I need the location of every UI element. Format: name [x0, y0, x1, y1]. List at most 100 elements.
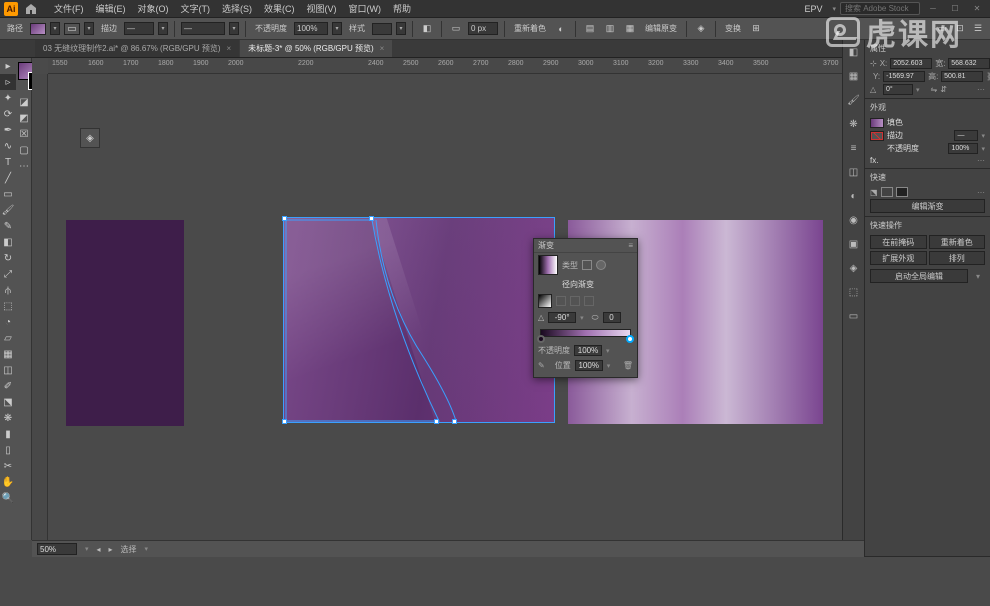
color-panel-icon[interactable]: ◧ [846, 44, 862, 60]
stroke-grad-icon3[interactable] [584, 296, 594, 306]
rotate-tool[interactable]: ↻ [0, 250, 16, 266]
selection-handle[interactable] [369, 216, 374, 221]
color-mode-icon[interactable]: ◪ [16, 94, 32, 110]
panel-menu-icon[interactable]: ≡ [628, 241, 633, 250]
angle-input[interactable] [883, 84, 913, 95]
stroke-weight-dd[interactable]: ▾ [158, 22, 168, 35]
opacity-panel-input[interactable] [948, 143, 978, 154]
more-icon[interactable]: ⋯ [977, 85, 985, 94]
pen-tool[interactable]: ✒ [0, 122, 16, 138]
angle-input[interactable] [548, 312, 576, 323]
quick-action-4[interactable]: 排列 [929, 251, 986, 265]
curvature-tool[interactable]: ∿ [0, 138, 16, 154]
artboard-2-selected[interactable] [284, 218, 554, 422]
stroke-swatch-panel[interactable] [870, 131, 884, 141]
quick-action-5[interactable]: 启动全局编辑 [870, 269, 968, 283]
more-icon[interactable]: ⋯ [977, 188, 985, 197]
nav-next-icon[interactable]: ▸ [109, 545, 113, 554]
blend-tool[interactable]: ⬔ [0, 394, 16, 410]
gradient-slider[interactable] [540, 327, 631, 341]
style-dd[interactable]: ▾ [396, 22, 406, 35]
rectangle-tool[interactable]: ▭ [0, 186, 16, 202]
menu-select[interactable]: 选择(S) [216, 2, 258, 15]
dash-input[interactable] [181, 22, 225, 35]
zoom-tool[interactable]: 🔍 [0, 490, 16, 506]
swatches-panel-icon[interactable]: ▦ [846, 68, 862, 84]
gp-location-input[interactable] [575, 360, 603, 371]
quick-action-3[interactable]: 扩展外观 [870, 251, 927, 265]
px-input[interactable] [468, 22, 498, 35]
menu-view[interactable]: 视图(V) [301, 2, 343, 15]
x-input[interactable] [890, 58, 932, 69]
shape-mode-icon[interactable]: ▭ [448, 22, 464, 36]
zoom-input[interactable] [37, 543, 77, 555]
transform-icon[interactable]: ⊞ [748, 22, 764, 36]
close-icon[interactable]: × [380, 44, 385, 53]
artboard-tool[interactable]: ▯ [0, 442, 16, 458]
maximize-button[interactable]: ☐ [946, 2, 964, 15]
close-icon[interactable]: × [227, 44, 232, 53]
screen-mode-icon[interactable]: ▢ [16, 142, 32, 158]
appearance-panel-icon[interactable]: ◉ [846, 212, 862, 228]
fill-swatch-panel[interactable] [870, 118, 884, 128]
stroke-grad-icon2[interactable] [570, 296, 580, 306]
nav-prev-icon[interactable]: ◂ [97, 545, 101, 554]
slice-tool[interactable]: ✂ [0, 458, 16, 474]
aspect-input[interactable] [603, 312, 621, 323]
gradient-stop-start[interactable] [537, 335, 545, 343]
menu-help[interactable]: 帮助 [387, 2, 417, 15]
stroke-weight-panel[interactable] [954, 130, 978, 141]
stroke-panel-icon[interactable]: ≡ [846, 140, 862, 156]
mesh-tool[interactable]: ▦ [0, 346, 16, 362]
edit-toolbar-icon[interactable]: ⋯ [16, 158, 32, 174]
menu-object[interactable]: 对象(O) [132, 2, 175, 15]
fx-label[interactable]: fx. [870, 156, 974, 165]
scale-tool[interactable]: ⤢ [0, 266, 16, 282]
gp-opacity-input[interactable] [574, 345, 602, 356]
align-c-icon[interactable]: ▥ [602, 22, 618, 36]
menu-effect[interactable]: 效果(C) [258, 2, 301, 15]
home-icon[interactable] [24, 2, 38, 16]
eyedropper-tool[interactable]: ✐ [0, 378, 16, 394]
align-r-icon[interactable]: ▦ [622, 22, 638, 36]
magic-wand-tool[interactable]: ✦ [0, 90, 16, 106]
graph-tool[interactable]: ▮ [0, 426, 16, 442]
dropdown-icon[interactable]: ▾ [971, 272, 985, 281]
lasso-tool[interactable]: ⟳ [0, 106, 16, 122]
stroke-grad-icon1[interactable] [556, 296, 566, 306]
workspace-switcher[interactable]: EPV [798, 4, 828, 14]
w-input[interactable] [948, 58, 990, 69]
eyedropper-icon[interactable]: ✎ [538, 361, 545, 370]
close-button[interactable]: ✕ [968, 2, 986, 15]
gradient-panel-icon[interactable]: ◫ [846, 164, 862, 180]
width-tool[interactable]: ⫛ [0, 282, 16, 298]
direct-selection-tool[interactable]: ▹ [0, 74, 16, 90]
type-tool[interactable]: T [0, 154, 16, 170]
floating-layers-icon[interactable]: ◈ [80, 128, 100, 148]
quick-action-1[interactable]: 在前掩码 [870, 235, 927, 249]
transparency-panel-icon[interactable]: ◐ [846, 188, 862, 204]
zoom-dd[interactable]: ▾ [85, 545, 89, 553]
hand-tool[interactable]: ✋ [0, 474, 16, 490]
selection-handle[interactable] [282, 419, 287, 424]
search-input[interactable] [840, 2, 920, 15]
quick-action-2[interactable]: 重新着色 [929, 235, 986, 249]
tab-doc2[interactable]: 未标题-3* @ 50% (RGB/GPU 预览) × [240, 40, 392, 57]
graphic-styles-icon[interactable]: ▣ [846, 236, 862, 252]
stroke-weight-input[interactable] [124, 22, 154, 35]
linear-type-icon[interactable] [582, 260, 592, 270]
h-input[interactable] [941, 71, 983, 82]
minimize-button[interactable]: ─ [924, 2, 942, 15]
fill-swatch[interactable] [30, 23, 46, 35]
selection-handle[interactable] [434, 419, 439, 424]
opacity-dd[interactable]: ▾ [332, 22, 342, 35]
canvas[interactable] [48, 74, 864, 540]
line-tool[interactable]: ╱ [0, 170, 16, 186]
link-icon[interactable]: ⛓ [986, 72, 990, 81]
layers-panel-icon[interactable]: ◈ [846, 260, 862, 276]
radial-type-icon[interactable] [596, 260, 606, 270]
quick-swatch2[interactable] [896, 187, 908, 197]
paintbrush-tool[interactable]: 🖌 [0, 202, 16, 218]
none-mode-icon[interactable]: ☒ [16, 126, 32, 142]
edit-gradient-button[interactable]: 编辑渐变 [870, 199, 985, 213]
